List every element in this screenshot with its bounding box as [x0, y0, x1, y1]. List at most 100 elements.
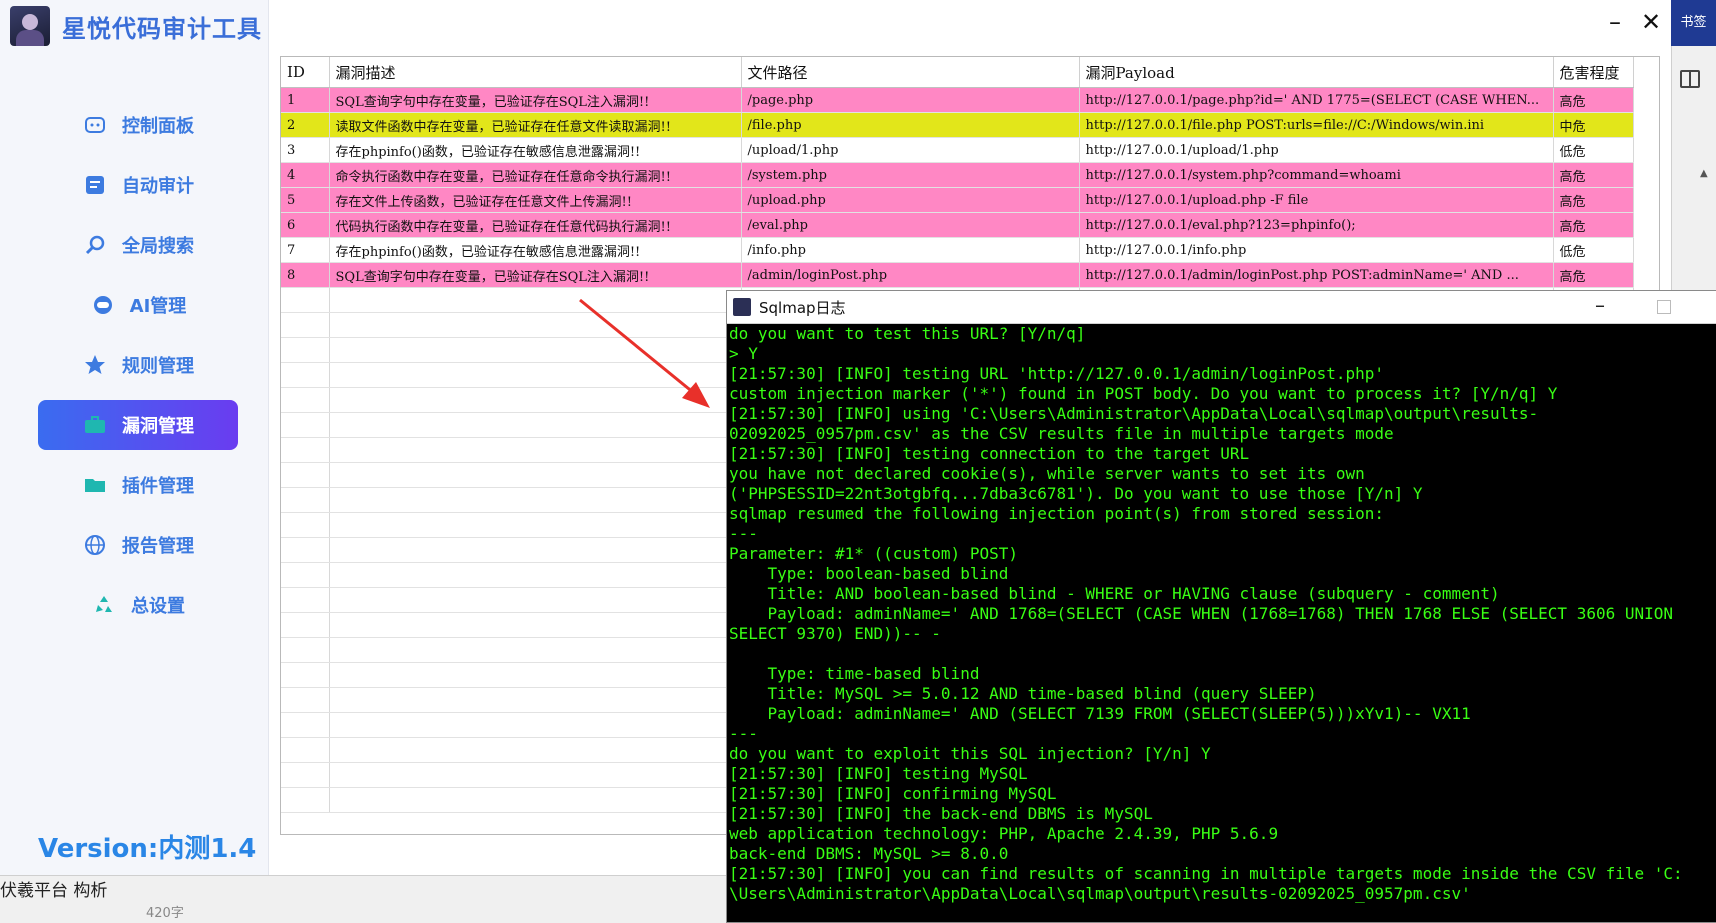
sidebar-item-0[interactable]: 控制面板 [38, 100, 238, 150]
sidebar-item-6[interactable]: 插件管理 [38, 460, 238, 510]
sidebar-item-2[interactable]: 全局搜索 [38, 220, 238, 270]
log-line: > Y [729, 344, 758, 363]
sidebar-item-label: 自动审计 [122, 176, 194, 197]
search-icon [82, 232, 108, 258]
minimize-button[interactable]: – [1600, 8, 1630, 36]
sidebar: 星悦代码审计工具 控制面板 自动审计 全局搜索 AI管理 规则管理 漏洞管理 插件管理 报告管… [0, 0, 269, 875]
table-row[interactable]: 4 命令执行函数中存在变量，已验证存在任意命令执行漏洞!!/system.php h… [281, 162, 1634, 188]
cell-level: 高危 [1553, 87, 1634, 113]
scroll-up-icon[interactable]: ▲ [1700, 168, 1708, 179]
column-header-level[interactable]: 危害程度 [1553, 57, 1634, 88]
app-logo [10, 6, 50, 46]
sidebar-item-4[interactable]: 规则管理 [38, 340, 238, 390]
cell-payload: http://127.0.0.1/admin/loginPost.php POS… [1079, 262, 1554, 288]
panel-toggle-icon[interactable] [1680, 70, 1700, 88]
empty-cell [329, 687, 742, 713]
cell-path: /file.php [741, 112, 1080, 138]
table-row[interactable]: 6 代码执行函数中存在变量，已验证存在任意代码执行漏洞!!/eval.php htt… [281, 212, 1634, 238]
table-row[interactable]: 1 SQL查询字句中存在变量，已验证存在SQL注入漏洞!!/page.php htt… [281, 87, 1634, 113]
sidebar-nav: 控制面板自动审计全局搜索 AI管理规则管理漏洞管理插件管理报告管理总设置 [38, 100, 238, 640]
dashboard-icon [82, 112, 108, 138]
sidebar-item-5[interactable]: 漏洞管理 [38, 400, 238, 450]
log-line: back-end DBMS: MySQL >= 8.0.0 [729, 844, 1009, 863]
table-row[interactable]: 7 存在phpinfo()函数，已验证存在敏感信息泄露漏洞!!/info.php h… [281, 237, 1634, 263]
empty-cell [329, 562, 742, 588]
sidebar-item-1[interactable]: 自动审计 [38, 160, 238, 210]
empty-cell [329, 437, 742, 463]
cell-level: 高危 [1553, 212, 1634, 238]
log-maximize-button[interactable] [1657, 300, 1671, 314]
log-line: web application technology: PHP, Apache … [729, 824, 1279, 843]
cell-level: 低危 [1553, 237, 1634, 263]
log-window-titlebar: Sqlmap日志 – [727, 291, 1716, 324]
cell-path: /upload.php [741, 187, 1080, 213]
empty-cell [281, 312, 330, 338]
log-line: custom injection marker ('*') found in P… [729, 384, 1558, 403]
log-line: Title: AND boolean-based blind - WHERE o… [729, 584, 1500, 603]
log-line: ('PHPSESSID=22nt3otgbfq...7dba3c6781'). … [729, 484, 1423, 503]
log-window-title: Sqlmap日志 [759, 298, 846, 317]
empty-cell [281, 462, 330, 488]
log-line: [21:57:30] [INFO] testing URL 'http://12… [729, 364, 1385, 383]
empty-cell [281, 337, 330, 363]
table-row[interactable]: 8 SQL查询字句中存在变量，已验证存在SQL注入漏洞!!/admin/login… [281, 262, 1634, 288]
cell-payload: http://127.0.0.1/page.php?id=' AND 1775=… [1079, 87, 1554, 113]
cell-path: /eval.php [741, 212, 1080, 238]
log-line: [21:57:30] [INFO] confirming MySQL [729, 784, 1057, 803]
cell-id: 1 [281, 87, 330, 113]
empty-cell [281, 787, 330, 813]
empty-cell [281, 512, 330, 538]
log-line: \Users\Administrator\AppData\Local\sqlma… [729, 884, 1471, 903]
cell-level: 高危 [1553, 162, 1634, 188]
table-row[interactable]: 2 读取文件函数中存在变量，已验证存在任意文件读取漏洞!!/file.php htt… [281, 112, 1634, 138]
folder-icon [82, 472, 108, 498]
empty-cell [329, 612, 742, 638]
sidebar-item-3[interactable]: AI管理 [38, 280, 238, 330]
table-row[interactable]: 3 存在phpinfo()函数，已验证存在敏感信息泄露漏洞!!/upload/1.… [281, 137, 1634, 163]
empty-cell [281, 737, 330, 763]
log-line: Payload: adminName=' AND 1768=(SELECT (C… [729, 604, 1674, 623]
log-line: [21:57:30] [INFO] the back-end DBMS is M… [729, 804, 1153, 823]
sidebar-item-7[interactable]: 报告管理 [38, 520, 238, 570]
sidebar-item-label: 插件管理 [122, 476, 194, 497]
log-line: Type: time-based blind [729, 664, 980, 683]
empty-cell [329, 762, 742, 788]
empty-cell [281, 612, 330, 638]
empty-cell [329, 662, 742, 688]
bookmark-tab[interactable]: 书签 [1671, 0, 1716, 46]
empty-cell [281, 412, 330, 438]
cell-payload: http://127.0.0.1/upload.php -F file [1079, 187, 1554, 213]
cell-id: 8 [281, 262, 330, 288]
empty-cell [281, 537, 330, 563]
red-arrow-annotation [579, 298, 710, 408]
table-row[interactable]: 5 存在文件上传函数，已验证存在任意文件上传漏洞!!/upload.php http… [281, 187, 1634, 213]
empty-cell [329, 537, 742, 563]
empty-cell [281, 287, 330, 313]
cell-id: 4 [281, 162, 330, 188]
cell-path: /system.php [741, 162, 1080, 188]
sidebar-item-8[interactable]: 总设置 [38, 580, 238, 630]
log-line: 02092025_0957pm.csv' as the CSV results … [729, 424, 1394, 443]
briefcase-icon [82, 412, 108, 438]
cell-id: 5 [281, 187, 330, 213]
bottom-caption: 伏羲平台 构析 [0, 881, 108, 901]
sqlmap-app-icon [733, 298, 751, 316]
sidebar-item-label: 报告管理 [122, 536, 194, 557]
column-header-description[interactable]: 漏洞描述 [329, 57, 742, 88]
empty-cell [329, 462, 742, 488]
log-minimize-button[interactable]: – [1595, 293, 1605, 317]
column-header-path[interactable]: 文件路径 [741, 57, 1080, 88]
version-label: Version:内测1.4 [38, 834, 257, 864]
column-header-payload[interactable]: 漏洞Payload [1079, 57, 1554, 88]
empty-cell [329, 587, 742, 613]
star-icon [82, 352, 108, 378]
sqlmap-log-window: Sqlmap日志 – do you want to test this URL?… [726, 290, 1716, 923]
log-line: [21:57:30] [INFO] you can find results o… [729, 864, 1683, 883]
empty-cell [329, 512, 742, 538]
cell-payload: http://127.0.0.1/system.php?command=whoa… [1079, 162, 1554, 188]
cell-desc: 存在phpinfo()函数，已验证存在敏感信息泄露漏洞!! [329, 137, 742, 163]
close-button[interactable]: ✕ [1636, 8, 1666, 36]
column-header-id[interactable]: ID [281, 57, 330, 88]
cell-level: 中危 [1553, 112, 1634, 138]
